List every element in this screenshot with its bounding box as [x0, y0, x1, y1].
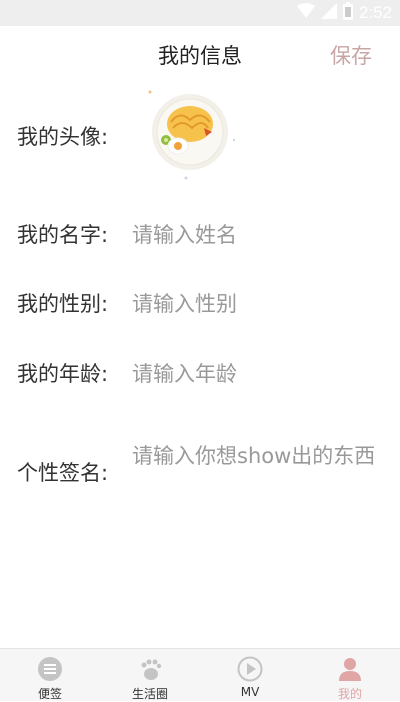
food-plate-icon	[148, 90, 236, 180]
gender-input[interactable]: 请输入性别	[132, 288, 237, 318]
name-label: 我的名字:	[17, 223, 109, 247]
tab-mine[interactable]: 我的	[300, 649, 400, 701]
signature-input[interactable]: 请输入你想show出的东西	[132, 442, 377, 470]
nav-bar: 我的信息 保存	[0, 26, 400, 82]
status-time: 2:52	[358, 3, 392, 22]
wifi-icon	[296, 3, 315, 23]
signature-label: 个性签名:	[17, 461, 109, 485]
tab-mine-label: 我的	[337, 687, 362, 701]
battery-icon	[342, 2, 353, 24]
age-input[interactable]: 请输入年龄	[132, 358, 237, 388]
age-label: 我的年龄:	[17, 362, 109, 386]
footprint-icon	[137, 656, 163, 682]
avatar[interactable]	[146, 88, 240, 182]
tab-life-circle-label: 生活圈	[131, 687, 168, 701]
status-icons: 2:52	[296, 2, 392, 24]
tab-notes-label: 便签	[37, 687, 62, 701]
status-bar: 2:52	[0, 0, 400, 26]
name-input[interactable]: 请输入姓名	[132, 219, 237, 249]
signal-icon	[320, 3, 337, 23]
person-icon	[337, 656, 363, 682]
save-button[interactable]: 保存	[330, 40, 372, 70]
tab-notes[interactable]: 便签	[0, 649, 100, 701]
bottom-tab-bar: 便签 生活圈 MV 我的	[0, 648, 400, 701]
tab-life-circle[interactable]: 生活圈	[100, 649, 200, 701]
list-icon	[37, 656, 63, 682]
gender-label: 我的性别:	[17, 292, 109, 316]
tab-mv-label: MV	[240, 685, 260, 699]
play-icon	[237, 656, 263, 682]
tab-mv[interactable]: MV	[200, 649, 300, 701]
avatar-label: 我的头像:	[17, 125, 109, 149]
